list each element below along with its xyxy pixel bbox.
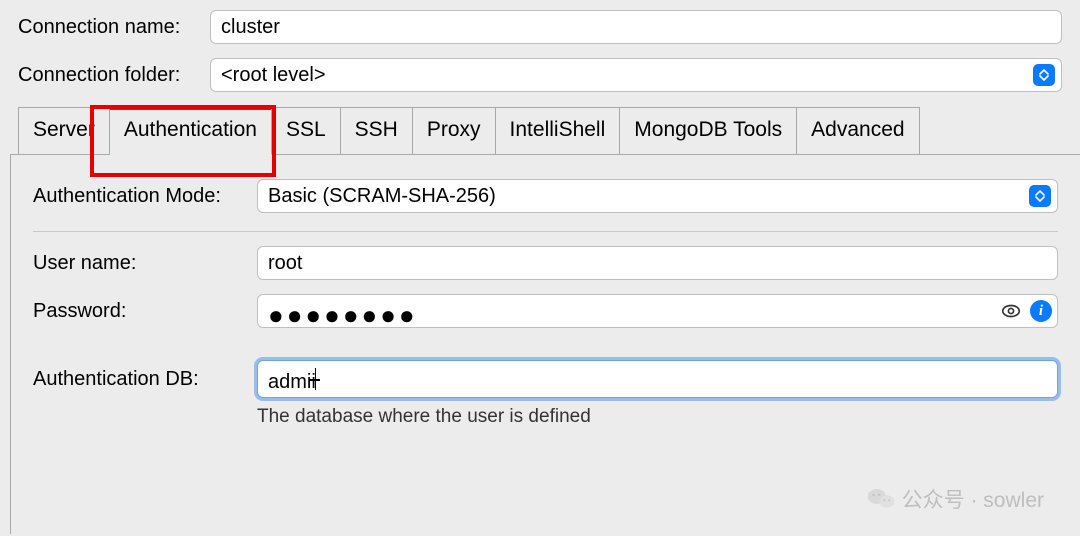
watermark-text: 公众号 · sowler [902, 484, 1044, 514]
auth-db-hint: The database where the user is defined [257, 406, 1058, 428]
auth-mode-select[interactable]: Basic (SCRAM-SHA-256) [257, 179, 1058, 213]
tab-ssh[interactable]: SSH [341, 107, 413, 155]
username-label: User name: [33, 252, 243, 275]
wechat-watermark: 公众号 · sowler [866, 484, 1044, 514]
connection-name-input[interactable] [210, 10, 1062, 44]
tab-server[interactable]: Server [18, 107, 110, 155]
connection-folder-label: Connection folder: [18, 64, 196, 87]
tab-advanced[interactable]: Advanced [797, 107, 919, 155]
info-icon[interactable]: i [1030, 300, 1052, 322]
password-input[interactable]: ●●●●●●●● [257, 294, 1058, 328]
dropdown-arrows-icon [1029, 185, 1051, 207]
connection-name-label: Connection name: [18, 16, 196, 39]
separator [33, 231, 1058, 232]
tab-proxy[interactable]: Proxy [413, 107, 496, 155]
auth-db-value: admii [268, 371, 316, 393]
tab-authentication[interactable]: Authentication [110, 107, 272, 155]
eye-icon[interactable] [1000, 300, 1022, 322]
connection-folder-value: <root level> [221, 64, 1033, 87]
username-input[interactable] [257, 246, 1058, 280]
text-cursor-icon [310, 368, 320, 390]
password-masked-value: ●●●●●●●● [268, 302, 418, 328]
wechat-icon [866, 486, 896, 512]
auth-mode-value: Basic (SCRAM-SHA-256) [268, 185, 1029, 208]
tab-ssl[interactable]: SSL [272, 107, 341, 155]
password-label: Password: [33, 300, 243, 323]
auth-db-input[interactable]: admii [257, 360, 1058, 398]
dropdown-arrows-icon [1033, 64, 1055, 86]
auth-mode-label: Authentication Mode: [33, 185, 243, 208]
tab-mongodb-tools[interactable]: MongoDB Tools [620, 107, 797, 155]
auth-db-label: Authentication DB: [33, 368, 243, 391]
tab-intellishell[interactable]: IntelliShell [496, 107, 621, 155]
connection-folder-select[interactable]: <root level> [210, 58, 1062, 92]
